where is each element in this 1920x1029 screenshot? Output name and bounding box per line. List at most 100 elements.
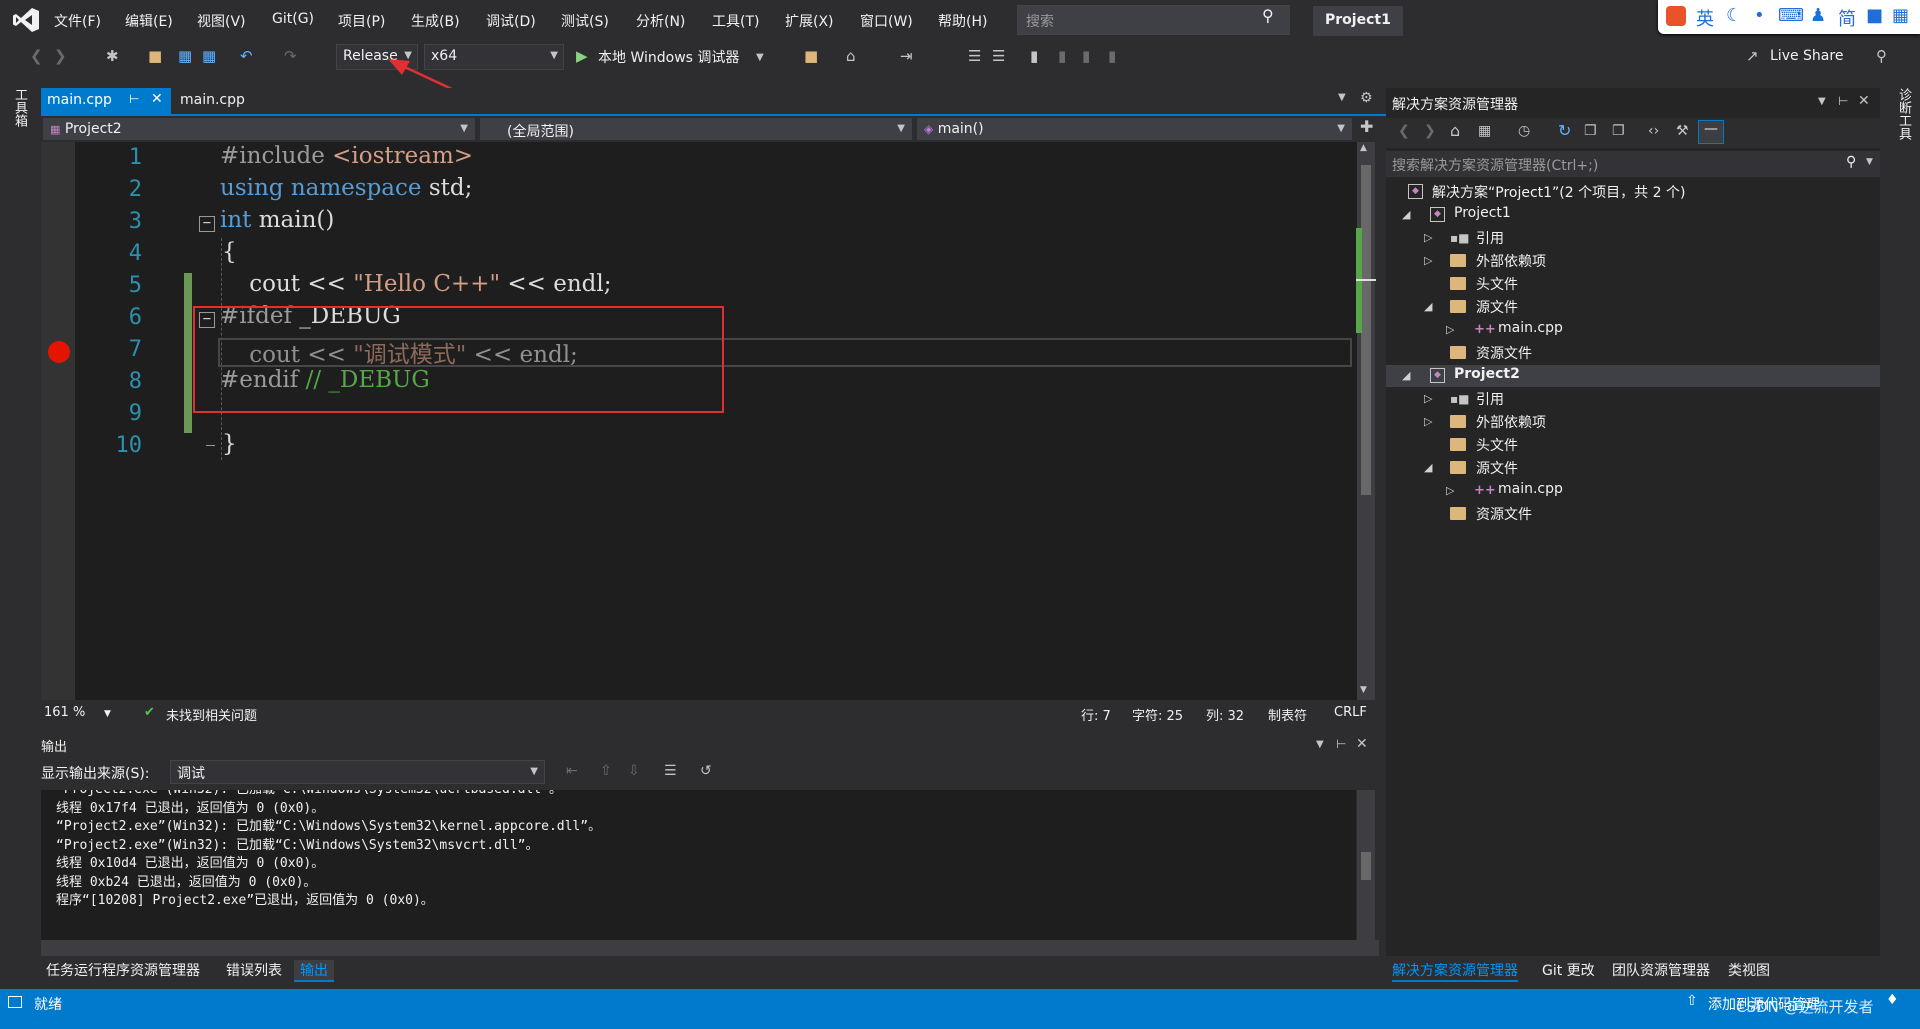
tree-external-deps[interactable]: 外部依赖项 xyxy=(1476,412,1546,432)
tree-header-files[interactable]: 头文件 xyxy=(1476,435,1518,455)
menu-analyze[interactable]: 分析(N) xyxy=(636,11,685,31)
tab-output[interactable]: 输出 xyxy=(294,960,334,982)
code-line-3[interactable]: int main() xyxy=(220,207,334,233)
search-icon[interactable]: ⚲ xyxy=(1846,155,1856,169)
pin-icon[interactable]: ⊢ xyxy=(1838,95,1848,107)
solution-explorer-search[interactable]: 搜索解决方案资源管理器(Ctrl+;) xyxy=(1386,151,1880,177)
clear-bookmarks-icon[interactable]: ▮ xyxy=(1108,47,1116,65)
user-icon[interactable]: ♟ xyxy=(1810,5,1826,26)
clear-all-icon[interactable]: ☰ xyxy=(664,764,677,778)
menu-file[interactable]: 文件(F) xyxy=(54,11,101,31)
tree-project2[interactable]: Project2 xyxy=(1454,366,1520,382)
back-icon[interactable]: ❮ xyxy=(1398,124,1410,138)
uncomment-icon[interactable]: ☰ xyxy=(992,47,1005,65)
next-message-icon[interactable]: ⇩ xyxy=(628,764,640,778)
tab-team-explorer[interactable]: 团队资源管理器 xyxy=(1612,960,1710,980)
output-source-select[interactable]: 调试 ▼ xyxy=(170,760,545,784)
code-line-5[interactable]: cout << "Hello C++" << endl; xyxy=(220,271,611,297)
home-icon[interactable]: ⌂ xyxy=(846,47,856,65)
upload-icon[interactable]: ⇧ xyxy=(1686,993,1698,1009)
scroll-up-icon[interactable]: ▲ xyxy=(1360,144,1367,153)
output-scroll-thumb[interactable] xyxy=(1361,852,1371,880)
grid-menu-icon[interactable]: ▦ xyxy=(1892,5,1909,26)
code-line-10[interactable]: } xyxy=(222,431,237,457)
comment-icon[interactable]: ☰ xyxy=(968,47,981,65)
tree-references[interactable]: 引用 xyxy=(1476,389,1504,409)
ime-charset-toggle[interactable]: 简 xyxy=(1838,5,1856,31)
back-icon[interactable]: ❮ xyxy=(30,47,43,65)
tree-external-deps[interactable]: 外部依赖项 xyxy=(1476,251,1546,271)
output-horizontal-scrollbar[interactable] xyxy=(41,940,1379,956)
view-code-icon[interactable]: ‹› xyxy=(1648,124,1659,138)
chevron-down-icon[interactable]: ▼ xyxy=(1316,740,1324,750)
live-share-icon[interactable]: ↗ xyxy=(1746,47,1759,65)
breakpoint-margin[interactable] xyxy=(41,142,75,700)
visual-studio-logo-icon[interactable] xyxy=(12,7,40,33)
code-line-4[interactable]: { xyxy=(222,239,237,265)
menu-tools[interactable]: 工具(T) xyxy=(712,11,759,31)
member-dropdown[interactable]: ◈ main() ▼ xyxy=(917,118,1352,140)
tab-class-view[interactable]: 类视图 xyxy=(1728,960,1770,980)
collapse-all-icon[interactable]: ❐ xyxy=(1584,124,1597,138)
scroll-down-icon[interactable]: ▼ xyxy=(1360,686,1367,695)
save-all-icon[interactable]: ▦ xyxy=(202,47,216,65)
line-ending-indicator[interactable]: CRLF xyxy=(1334,705,1367,720)
code-line-1[interactable]: #include <iostream> xyxy=(220,143,473,169)
forward-icon[interactable]: ❯ xyxy=(54,47,67,65)
expanded-icon[interactable]: ◢ xyxy=(1424,300,1432,313)
tree-header-files[interactable]: 头文件 xyxy=(1476,274,1518,294)
tab-mode-indicator[interactable]: 制表符 xyxy=(1268,705,1307,724)
split-icon[interactable]: ✚ xyxy=(1360,119,1373,135)
find-message-icon[interactable]: ⇤ xyxy=(566,764,578,778)
collapsed-icon[interactable]: ▷ xyxy=(1424,392,1432,405)
feedback-icon[interactable]: ⚲ xyxy=(1876,47,1887,65)
chevron-down-icon[interactable]: ▼ xyxy=(1866,158,1873,167)
ime-language-toggle[interactable]: 英 xyxy=(1696,5,1714,31)
pin-icon[interactable]: ⊢ xyxy=(1336,738,1346,750)
tree-project1[interactable]: Project1 xyxy=(1454,205,1511,221)
tab-main-cpp[interactable]: main.cpp xyxy=(174,88,264,114)
menu-edit[interactable]: 编辑(E) xyxy=(125,11,173,31)
redo-icon[interactable]: ↷ xyxy=(284,47,297,65)
open-folder-icon[interactable]: ■ xyxy=(148,47,162,65)
moon-icon[interactable]: ☾ xyxy=(1726,5,1742,26)
open-in-folder-icon[interactable]: ■ xyxy=(804,47,818,65)
tab-git-changes[interactable]: Git 更改 xyxy=(1542,960,1595,980)
tab-error-list[interactable]: 错误列表 xyxy=(226,960,282,980)
undo-icon[interactable]: ↶ xyxy=(240,47,253,65)
menu-test[interactable]: 测试(S) xyxy=(561,11,609,31)
project-dropdown[interactable]: ▦ Project2 ▼ xyxy=(43,118,475,140)
tree-main-cpp[interactable]: main.cpp xyxy=(1498,481,1563,497)
next-bookmark-icon[interactable]: ▮ xyxy=(1082,47,1090,65)
menu-build[interactable]: 生成(B) xyxy=(411,11,460,31)
menu-debug[interactable]: 调试(D) xyxy=(486,11,536,31)
zoom-level[interactable]: 161 % xyxy=(44,705,85,720)
scope-dropdown[interactable]: (全局范围) ▼ xyxy=(480,118,912,140)
chevron-down-icon[interactable]: ▼ xyxy=(1818,97,1826,107)
home-icon[interactable]: ⌂ xyxy=(1450,123,1460,139)
chevron-down-icon[interactable]: ▼ xyxy=(756,52,764,63)
editor-scroll-thumb[interactable] xyxy=(1361,165,1371,495)
skin-icon[interactable]: ■ xyxy=(1866,5,1883,26)
menu-project[interactable]: 项目(P) xyxy=(338,11,385,31)
switch-views-icon[interactable]: ▦ xyxy=(1478,124,1491,138)
collapsed-icon[interactable]: ▷ xyxy=(1446,323,1454,336)
bookmark-icon[interactable]: ▮ xyxy=(1030,47,1038,65)
toolbox-tab[interactable]: 工具箱 xyxy=(10,88,29,127)
tree-source-files[interactable]: 源文件 xyxy=(1476,297,1518,317)
output-text[interactable]: “Project2.exe”(Win32): 已加载“C:\Windows\Sy… xyxy=(41,790,1356,940)
notification-bell-icon[interactable]: ♦ xyxy=(1886,992,1899,1008)
collapsed-icon[interactable]: ▷ xyxy=(1424,231,1432,244)
live-share-button[interactable]: Live Share xyxy=(1770,48,1843,64)
tab-main-cpp-active[interactable]: main.cpp ⊢ ✕ xyxy=(41,88,171,114)
punctuation-icon[interactable]: • xyxy=(1754,5,1765,26)
pending-changes-icon[interactable]: ◷ xyxy=(1518,124,1530,138)
breakpoint-icon[interactable] xyxy=(48,341,70,363)
chevron-down-icon[interactable]: ▼ xyxy=(104,709,111,719)
prev-bookmark-icon[interactable]: ▮ xyxy=(1058,47,1066,65)
menu-view[interactable]: 视图(V) xyxy=(197,11,246,31)
menu-help[interactable]: 帮助(H) xyxy=(938,11,987,31)
word-wrap-icon[interactable]: ↺ xyxy=(700,764,712,778)
search-icon[interactable]: ⚲ xyxy=(1262,8,1274,24)
tab-task-runner[interactable]: 任务运行程序资源管理器 xyxy=(46,960,200,980)
